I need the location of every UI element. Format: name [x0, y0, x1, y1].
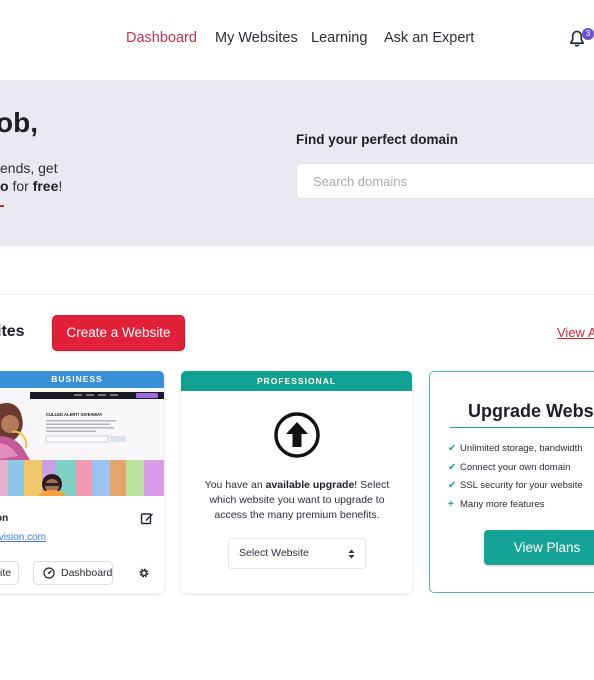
hero-banner: ob, ends, get o for free! Find your perf…: [0, 80, 594, 246]
upgrade-card-title: Upgrade Webs: [468, 401, 594, 421]
hero-text-line-1: ends, get: [0, 160, 58, 176]
top-navigation: Dashboard My Websites Learning Ask an Ex…: [0, 0, 594, 80]
website-preview-image: CULLED ALERT! GIVEAWAY: [0, 388, 164, 496]
hero-bold-fragment: o: [0, 178, 9, 194]
upgrade-description: You have an available upgrade! Select wh…: [199, 478, 395, 523]
feature-text: Many more features: [460, 499, 545, 510]
hero-end-fragment: !: [58, 178, 63, 194]
greeting-heading: ob,: [0, 107, 38, 138]
upgrade-text-before: You have an: [204, 479, 266, 491]
nav-my-websites[interactable]: My Websites: [215, 30, 298, 46]
select-website-dropdown[interactable]: Select Website: [228, 538, 366, 569]
plus-icon: +: [448, 499, 454, 510]
website-dashboard-button[interactable]: Dashboard: [33, 561, 113, 585]
website-thumbnail[interactable]: CULLED ALERT! GIVEAWAY: [0, 388, 164, 496]
hero-free-word: free: [32, 178, 59, 194]
view-all-link[interactable]: View A: [557, 325, 594, 340]
plan-badge-professional: PROFESSIONAL: [181, 371, 412, 391]
websites-section-title: ites: [0, 323, 25, 340]
feature-text: Connect your own domain: [460, 462, 571, 473]
hero-mid-fragment: for: [8, 178, 33, 194]
notification-count-badge: 3: [582, 28, 594, 40]
feature-item: ✔ Unlimited storage, bandwidth: [448, 443, 583, 454]
hero-link-underline[interactable]: [0, 205, 4, 207]
thumb-headline: CULLED ALERT! GIVEAWAY: [46, 412, 103, 417]
available-upgrade-card: PROFESSIONAL You have an available upgra…: [181, 371, 412, 593]
feature-item: ✔ Connect your own domain: [448, 462, 570, 473]
nav-dashboard[interactable]: Dashboard: [126, 30, 197, 46]
sort-arrows-icon: [348, 549, 355, 559]
speedometer-icon: [43, 567, 55, 579]
feature-text: Unlimited storage, bandwidth: [460, 443, 583, 454]
plan-badge-business: BUSINESS: [0, 371, 164, 388]
upgrade-plans-card: Upgrade Webs ✔ Unlimited storage, bandwid…: [429, 371, 594, 593]
website-card: BUSINESS CULLED ALERT! GIVEAWAY n tvisio…: [0, 371, 164, 593]
search-domains-input[interactable]: [296, 163, 594, 199]
check-icon: ✔: [448, 480, 457, 491]
find-domain-label: Find your perfect domain: [296, 132, 459, 147]
website-name: on: [0, 513, 9, 524]
view-site-button[interactable]: Site: [0, 561, 19, 585]
check-icon: ✔: [448, 443, 457, 454]
select-website-value: Select Website: [239, 547, 309, 559]
feature-text: SSL security for your website: [460, 480, 583, 491]
nav-learning[interactable]: Learning: [311, 30, 367, 46]
upgrade-text-bold: available upgrade: [265, 479, 355, 491]
dashboard-button-label: Dashboard: [61, 567, 113, 579]
edit-icon[interactable]: [140, 511, 154, 525]
view-plans-button[interactable]: View Plans: [484, 530, 594, 565]
title-underline: [450, 427, 594, 428]
hero-text-line-2: o for free!: [0, 178, 62, 194]
section-divider: [0, 294, 594, 295]
website-url-link[interactable]: tvision.com: [0, 532, 46, 543]
create-website-button[interactable]: Create a Website: [52, 315, 185, 351]
arrow-up-circle-icon: [274, 412, 320, 458]
feature-item: + Many more features: [448, 499, 544, 510]
nav-ask-an-expert[interactable]: Ask an Expert: [384, 30, 474, 46]
feature-item: ✔ SSL security for your website: [448, 480, 583, 491]
check-icon: ✔: [448, 462, 457, 473]
gear-icon[interactable]: [138, 567, 150, 579]
